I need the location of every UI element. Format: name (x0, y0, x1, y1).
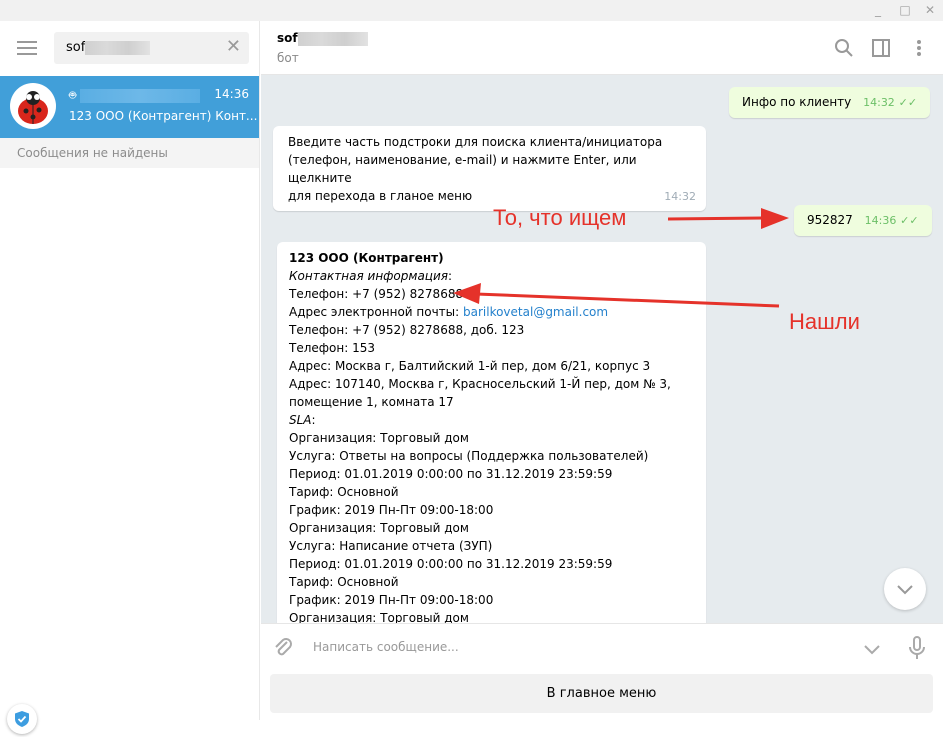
message-line: SLA (289, 413, 312, 427)
scroll-down-button[interactable] (884, 568, 926, 610)
window-titlebar: _ □ ✕ (0, 0, 943, 21)
shield-check-icon[interactable] (7, 704, 37, 734)
bot-icon: 🤖︎ (69, 88, 81, 102)
message-title: 123 ООО (Контрагент) (289, 251, 444, 265)
chat-preview: 123 ООО (Контрагент) Конт... (69, 109, 258, 123)
message-outgoing: Инфо по клиенту 14:32 ✓✓ (729, 87, 931, 118)
microphone-icon[interactable] (906, 635, 928, 661)
sidebar: sof ✕ 🤖︎ 14:36 123 ООО (Контрагент) Конт… (0, 21, 260, 734)
sidebar-toggle-icon[interactable] (870, 37, 892, 59)
keyboard-toggle-icon[interactable] (861, 638, 883, 660)
message-line: Телефон: +7 (952) 8278688, доб. 123 (289, 323, 525, 337)
message-line: для перехода в гланое меню (288, 189, 473, 203)
message-line: Период: 01.01.2019 0:00:00 по 31.12.2019… (289, 557, 613, 571)
chat-list-item[interactable]: 🤖︎ 14:36 123 ООО (Контрагент) Конт... (0, 76, 259, 138)
attach-icon[interactable] (271, 636, 295, 660)
more-options-icon[interactable] (908, 37, 930, 59)
message-line: Введите часть подстроки для поиска клиен… (288, 135, 663, 149)
message-line: График: 2019 Пн-Пт 09:00-18:00 (289, 593, 494, 607)
message-line: Организация: Торговый дом (289, 431, 469, 445)
annotation-found-label: Нашли (789, 309, 860, 334)
chat-header: sof бот (261, 21, 943, 75)
redacted-text (85, 40, 151, 55)
message-line: Организация: Торговый дом (289, 611, 469, 623)
message-outgoing: 952827 14:36 ✓✓ (794, 205, 932, 236)
double-check-icon: ✓✓ (898, 96, 918, 109)
message-line: Услуга: Написание отчета (ЗУП) (289, 539, 493, 553)
annotation-search-label: То, что ищем (493, 205, 627, 230)
message-list: Инфо по клиенту 14:32 ✓✓ Введите часть п… (261, 75, 943, 623)
annotation-arrow-left (453, 283, 780, 308)
close-window-icon[interactable]: ✕ (919, 0, 941, 21)
hamburger-menu-icon[interactable] (17, 41, 37, 57)
chat-title[interactable]: sof (277, 31, 368, 46)
close-icon[interactable]: ✕ (226, 36, 241, 57)
no-messages-label: Сообщения не найдены (0, 138, 259, 168)
message-line: помещение 1, комната 17 (289, 395, 454, 409)
chat-time: 14:36 (214, 87, 249, 101)
search-value: sof (66, 40, 86, 55)
annotation-arrow-right (667, 208, 789, 229)
message-text: 952827 (807, 213, 853, 227)
chat-panel: sof бот Инфо по клиенту 14:32 ✓✓ Введите… (261, 21, 943, 720)
message-time: 14:36 (864, 214, 897, 227)
message-time: 14:32 (863, 96, 895, 109)
main-menu-button[interactable]: В главное меню (270, 674, 933, 713)
message-line: Тариф: Основной (289, 575, 399, 589)
message-text: Инфо по клиенту (742, 95, 852, 109)
message-incoming: Введите часть подстроки для поиска клиен… (273, 126, 706, 211)
chat-subtitle: бот (277, 51, 299, 65)
minimize-icon[interactable]: _ (867, 0, 889, 21)
chevron-down-icon (897, 585, 913, 595)
double-check-icon: ✓✓ (900, 214, 919, 227)
message-line: Адрес: Москва г, Балтийский 1-й пер, дом… (289, 359, 651, 373)
search-input[interactable]: sof ✕ (54, 32, 249, 64)
chat-name: 🤖︎ (69, 87, 201, 104)
message-line: Услуга: Ответы на вопросы (Поддержка пол… (289, 449, 649, 463)
message-line: График: 2019 Пн-Пт 09:00-18:00 (289, 503, 494, 517)
message-composer: Написать сообщение... (261, 623, 943, 671)
message-line: Период: 01.01.2019 0:00:00 по 31.12.2019… (289, 467, 613, 481)
maximize-icon[interactable]: □ (894, 0, 916, 21)
message-line: Организация: Торговый дом (289, 521, 469, 535)
message-line: Тариф: Основной (289, 485, 399, 499)
message-line: Телефон: 153 (289, 341, 375, 355)
redacted-text (80, 88, 201, 103)
message-input[interactable]: Написать сообщение... (313, 640, 459, 654)
bot-keyboard: В главное меню (261, 671, 943, 720)
redacted-text (297, 31, 368, 46)
message-subtitle: Контактная информация (289, 269, 448, 283)
message-line: (телефон, наименование, e-mail) и нажмит… (288, 153, 637, 185)
message-line: Адрес электронной почты: (289, 305, 463, 319)
avatar (10, 83, 56, 129)
message-line: Адрес: 107140, Москва г, Красносельский … (289, 377, 671, 391)
search-icon[interactable] (833, 37, 855, 59)
